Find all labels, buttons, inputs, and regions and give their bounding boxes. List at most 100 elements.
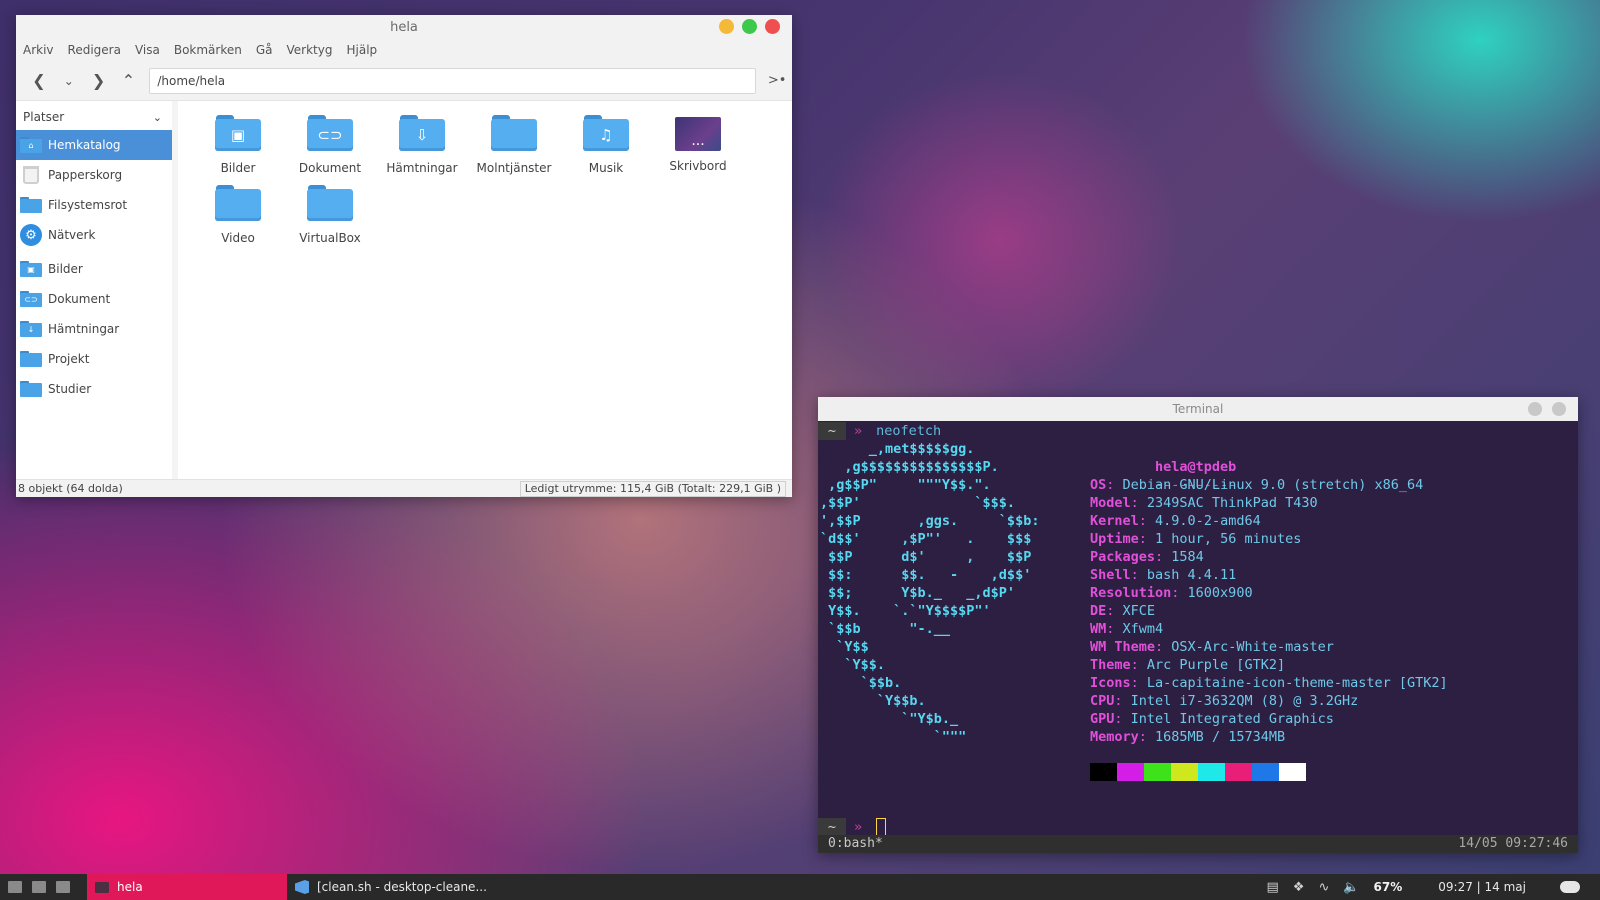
clipboard-icon[interactable]: ▤ [1267, 880, 1279, 895]
file-manager-titlebar[interactable]: hela [16, 15, 792, 39]
debian-logo-ascii: _,met$$$$$gg. ,g$$$$$$$$$$$$$$$P. ,g$$P"… [820, 441, 1040, 745]
video-folder-icon [215, 185, 261, 223]
file-view[interactable]: ▣ Bilder ⊂⊃ Dokument ⇩ Hämtningar Molntj… [178, 101, 792, 479]
file-item-bilder[interactable]: ▣ Bilder [192, 111, 284, 181]
chevron-right-icon: ❯ [91, 71, 106, 90]
folder-launcher-icon[interactable] [56, 881, 70, 893]
weather-icon[interactable] [1560, 881, 1580, 893]
user-host: hela@tpdeb [1155, 459, 1237, 475]
file-item-virtualbox[interactable]: VirtualBox [284, 181, 376, 251]
sidebar: Platser ⌄ ⌂ Hemkatalog Papperskorg Filsy… [16, 101, 178, 479]
file-item-dokument[interactable]: ⊂⊃ Dokument [284, 111, 376, 181]
parent-folder-button[interactable]: ⌃ [114, 66, 144, 96]
places-header[interactable]: Platser ⌄ [16, 104, 172, 130]
menu-redigera[interactable]: Redigera [68, 43, 121, 57]
info-gpu: GPU: Intel Integrated Graphics [1090, 711, 1334, 727]
menu-arkiv[interactable]: Arkiv [23, 43, 54, 57]
color-swatch [1225, 763, 1252, 781]
terminal-title: Terminal [1172, 402, 1224, 416]
info-os: OS: Debian GNU/Linux 9.0 (stretch) x86_6… [1090, 477, 1424, 493]
sidebar-item-dokument[interactable]: ⊂⊃ Dokument [16, 284, 172, 314]
tmux-window-list[interactable]: 0:bash* [828, 835, 883, 853]
history-button[interactable]: ⌄ [54, 66, 84, 96]
file-item-label: Molntjänster [476, 161, 552, 175]
task-label: [clean.sh - desktop-cleane... [317, 880, 487, 894]
minimize-button[interactable] [719, 19, 734, 34]
menu-ga[interactable]: Gå [256, 43, 273, 57]
task-button-vscode[interactable]: [clean.sh - desktop-cleane... [287, 874, 487, 900]
file-item-skrivbord[interactable]: ... Skrivbord [652, 111, 744, 181]
info-uptime: Uptime: 1 hour, 56 minutes [1090, 531, 1302, 547]
folder-icon [20, 351, 42, 367]
file-item-molntjanster[interactable]: Molntjänster [468, 111, 560, 181]
sidebar-item-label: Papperskorg [48, 168, 123, 182]
color-swatch [1090, 763, 1117, 781]
terminal-output[interactable]: ~ » neofetch _,met$$$$$gg. ,g$$$$$$$$$$$… [818, 421, 1578, 853]
file-item-label: Skrivbord [669, 159, 727, 173]
info-de: DE: XFCE [1090, 603, 1156, 619]
sidebar-item-label: Studier [48, 382, 92, 396]
sidebar-item-papperskorg[interactable]: Papperskorg [16, 160, 172, 190]
color-swatch [1198, 763, 1225, 781]
show-desktop-icon[interactable] [8, 881, 22, 893]
info-resolution: Resolution: 1600x900 [1090, 585, 1253, 601]
info-packages: Packages: 1584 [1090, 549, 1204, 565]
file-item-hamtningar[interactable]: ⇩ Hämtningar [376, 111, 468, 181]
battery-percent[interactable]: 67% [1374, 880, 1403, 894]
location-input[interactable] [149, 67, 757, 94]
tmux-statusbar: 0:bash* 14/05 09:27:46 [818, 835, 1578, 853]
sidebar-item-bilder[interactable]: ▣ Bilder [16, 254, 172, 284]
task-button-hela[interactable]: hela [87, 874, 287, 900]
sidebar-item-hamtningar[interactable]: ↓ Hämtningar [16, 314, 172, 344]
icon-grid: ▣ Bilder ⊂⊃ Dokument ⇩ Hämtningar Molntj… [178, 101, 758, 251]
clock[interactable]: 09:27 | 14 maj [1438, 880, 1526, 894]
panel-launchers [0, 881, 87, 893]
color-swatch [1144, 763, 1171, 781]
text-cursor [876, 818, 887, 836]
taskbar: hela [clean.sh - desktop-cleane... ▤ ❖ ∿… [0, 874, 1600, 900]
sidebar-item-label: Dokument [48, 292, 111, 306]
close-button[interactable] [1552, 402, 1566, 416]
file-item-musik[interactable]: ♫ Musik [560, 111, 652, 181]
prompt-tilde: ~ [818, 422, 846, 440]
sidebar-item-hemkatalog[interactable]: ⌂ Hemkatalog [16, 130, 172, 160]
music-folder-icon: ♫ [583, 115, 629, 153]
color-swatch [1252, 763, 1279, 781]
wifi-icon[interactable]: ∿ [1318, 880, 1329, 895]
color-swatch [1171, 763, 1198, 781]
volume-icon[interactable]: 🔈 [1343, 880, 1359, 895]
sidebar-item-label: Bilder [48, 262, 83, 276]
file-item-video[interactable]: Video [192, 181, 284, 251]
maximize-button[interactable] [742, 19, 757, 34]
sidebar-item-studier[interactable]: Studier [16, 374, 172, 404]
open-terminal-button[interactable]: >• [762, 66, 792, 96]
home-folder-icon: ⌂ [20, 137, 42, 153]
menu-hjalp[interactable]: Hjälp [346, 43, 377, 57]
menu-verktyg[interactable]: Verktyg [287, 43, 333, 57]
terminal-window-controls [1528, 402, 1566, 416]
dropbox-icon[interactable]: ❖ [1293, 880, 1305, 895]
downloads-folder-icon: ↓ [20, 321, 42, 337]
sidebar-item-natverk[interactable]: ⚙ Nätverk [16, 220, 172, 250]
close-button[interactable] [765, 19, 780, 34]
maximize-button[interactable] [1528, 402, 1542, 416]
menu-visa[interactable]: Visa [135, 43, 160, 57]
file-manager-launcher-icon[interactable] [32, 881, 46, 893]
chevron-down-icon: ⌄ [63, 73, 74, 88]
menu-bokmarken[interactable]: Bokmärken [174, 43, 242, 57]
info-icons: Icons: La-capitaine-icon-theme-master [G… [1090, 675, 1448, 691]
forward-button[interactable]: ❯ [84, 66, 114, 96]
prompt-arrow-icon: » [854, 819, 863, 835]
downloads-folder-icon: ⇩ [399, 115, 445, 153]
toolbar: ❮ ⌄ ❯ ⌃ >• [16, 61, 792, 101]
info-memory: Memory: 1685MB / 15734MB [1090, 729, 1286, 745]
cloud-folder-icon [491, 115, 537, 153]
file-item-label: Dokument [298, 161, 362, 175]
terminal-titlebar[interactable]: Terminal [818, 397, 1578, 421]
sidebar-item-filsystemsrot[interactable]: Filsystemsrot [16, 190, 172, 220]
terminal-window: Terminal ~ » neofetch _,met$$$$$gg. ,g$$… [818, 397, 1578, 853]
sidebar-item-projekt[interactable]: Projekt [16, 344, 172, 374]
pictures-folder-icon: ▣ [215, 115, 261, 153]
back-button[interactable]: ❮ [24, 66, 54, 96]
sidebar-item-label: Hemkatalog [48, 138, 121, 152]
